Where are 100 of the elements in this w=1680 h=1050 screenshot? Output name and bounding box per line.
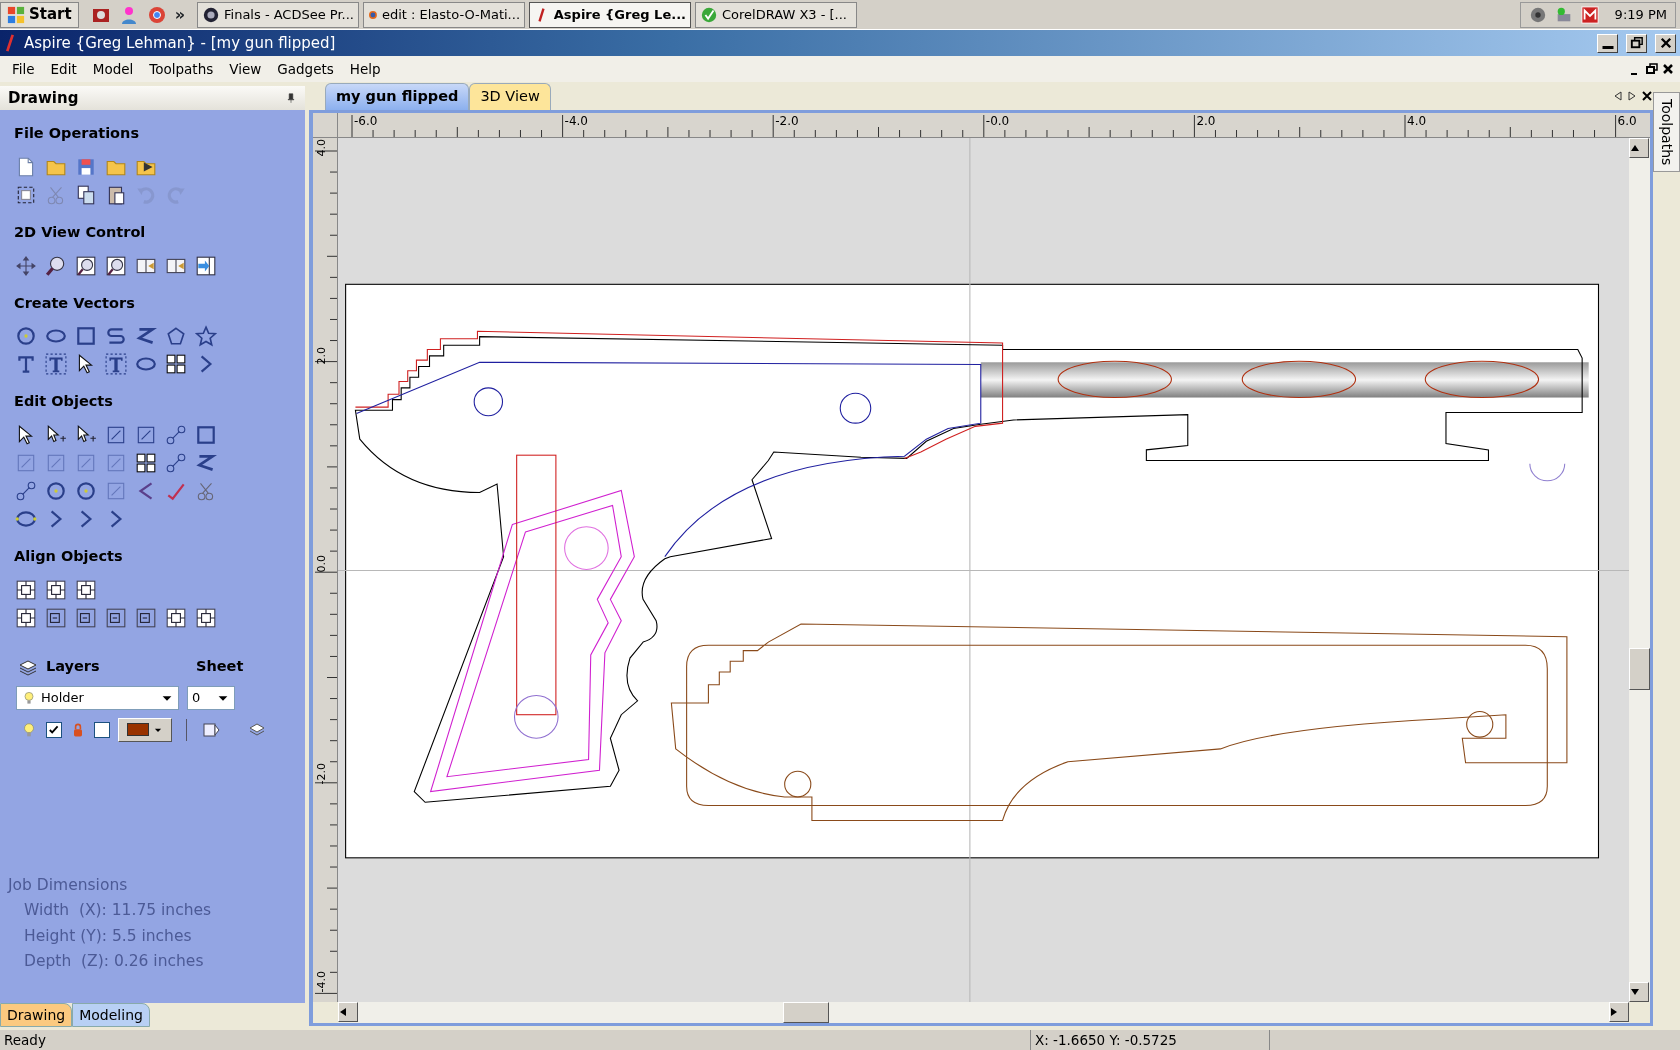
taskbar-button[interactable]: edit : Elasto-O-Mati...: [363, 1, 525, 28]
triangle-left-icon: [339, 1007, 347, 1017]
document-tab[interactable]: 3D View: [469, 83, 551, 110]
section-heading: File Operations: [14, 124, 141, 143]
zoom-extents-icon[interactable]: [75, 254, 97, 277]
document-tab[interactable]: my gun flipped: [325, 83, 470, 110]
hole-circle: [513, 694, 559, 739]
hole-circle: [839, 392, 872, 424]
menu-item[interactable]: Toolpaths: [141, 58, 222, 80]
taskbar-button[interactable]: CorelDRAW X3 - [...: [695, 1, 857, 28]
polygon-icon[interactable]: [165, 325, 187, 348]
close-icon[interactable]: [1641, 90, 1653, 102]
letter-m-icon[interactable]: [1580, 5, 1599, 24]
status-message: Ready: [3, 1030, 47, 1050]
side-tab[interactable]: Toolpaths: [1653, 92, 1680, 173]
ruler-label: -2.0: [775, 115, 799, 127]
menu-item[interactable]: Gadgets: [269, 58, 342, 80]
scroll-down-button[interactable]: [1629, 982, 1649, 1002]
zoom-icon[interactable]: [45, 254, 67, 277]
ruler-label: -4.0: [564, 115, 588, 127]
lock-checkbox[interactable]: [94, 721, 110, 738]
rectangle-icon[interactable]: [75, 325, 97, 348]
copy-icon[interactable]: [75, 183, 97, 206]
menu-item[interactable]: View: [221, 58, 270, 80]
align-center-icon[interactable]: [15, 578, 37, 601]
start-button[interactable]: Start: [0, 1, 79, 28]
scrollbar-thumb[interactable]: [1629, 648, 1650, 690]
restore-button[interactable]: [1626, 33, 1647, 53]
app-icon: [700, 5, 718, 24]
windows-logo-icon: [7, 5, 25, 24]
scroll-left-button[interactable]: [338, 1002, 358, 1022]
section-heading: Align Objects: [14, 547, 124, 566]
triangle-down-icon: [1630, 988, 1640, 996]
grid-icon[interactable]: [165, 353, 187, 376]
section-heading: Edit Objects: [14, 392, 114, 412]
array-icon[interactable]: [135, 452, 157, 474]
text-icon[interactable]: [15, 353, 37, 376]
more-button[interactable]: »: [174, 2, 185, 27]
scrollbar-thumb[interactable]: [783, 1002, 829, 1023]
sheet-label: Sheet: [196, 656, 244, 676]
app-icon: [202, 5, 220, 24]
restore-icon: [1628, 35, 1645, 51]
scroll-right-icon[interactable]: [1627, 90, 1637, 102]
zoom-box-icon[interactable]: [105, 254, 127, 277]
hole-circle: [1466, 710, 1494, 738]
restore-button[interactable]: [1644, 61, 1660, 77]
triangle-up-icon: [1630, 144, 1640, 152]
visible-checkbox[interactable]: [46, 721, 62, 738]
section-heading: Create Vectors: [14, 293, 136, 313]
window-title: Aspire {Greg Lehman} - [my gun flipped]: [24, 32, 337, 54]
menu-item[interactable]: Edit: [42, 58, 85, 80]
hole-circle: [473, 387, 504, 417]
minimize-button[interactable]: [1597, 33, 1618, 53]
text-box-icon[interactable]: [45, 353, 67, 376]
ruler-label: -2.0: [316, 763, 327, 785]
ruler-label: 2.0: [1196, 115, 1216, 127]
close-button[interactable]: [1655, 33, 1676, 53]
panel-tab[interactable]: Drawing: [0, 1003, 73, 1027]
scroll-left-icon[interactable]: [1613, 90, 1623, 102]
loop-icon[interactable]: [15, 508, 37, 530]
ruler-label: -4.0: [316, 971, 327, 993]
zigzag-icon[interactable]: [195, 452, 217, 474]
pin-icon[interactable]: [285, 91, 297, 105]
ruler-label: 4.0: [316, 139, 327, 157]
menu-item[interactable]: Model: [84, 58, 142, 80]
scroll-right-button[interactable]: [1609, 1002, 1629, 1022]
taskbar-button[interactable]: Aspire {Greg Le...: [529, 1, 691, 28]
circle-icon[interactable]: [15, 325, 37, 348]
job-dimension: Depth (Z): 0.26 inches: [24, 950, 205, 972]
scroll-up-button[interactable]: [1629, 138, 1649, 158]
panel-title: Drawing: [8, 87, 80, 109]
browser-icon[interactable]: [146, 4, 167, 25]
menu-item[interactable]: File: [4, 58, 43, 80]
job-dimensions-title: Job Dimensions: [8, 875, 129, 896]
app-logo-icon: [4, 34, 16, 52]
layers-label: Layers: [46, 656, 101, 676]
taskbar-button[interactable]: Finals - ACDSee Pr...: [197, 1, 359, 28]
minimize-icon: [1601, 45, 1614, 49]
clock: 9:19 PM: [1614, 5, 1667, 24]
nodes-icon[interactable]: [165, 452, 187, 474]
layer-dropdown[interactable]: Holder: [16, 685, 179, 710]
panel-tab[interactable]: Modeling: [72, 1003, 150, 1027]
text-frame-icon[interactable]: [105, 353, 127, 376]
ruler-label: 6.0: [1617, 115, 1637, 127]
job-dimension: Height (Y): 5.5 inches: [24, 925, 193, 947]
pan-icon[interactable]: [15, 254, 37, 277]
job-dimension: Width (X): 11.75 inches: [24, 900, 213, 922]
sheet-dropdown[interactable]: 0: [187, 685, 235, 710]
ruler-label: -0.0: [985, 115, 1010, 127]
star-icon[interactable]: [195, 325, 217, 348]
ruler-label: 4.0: [1407, 115, 1427, 127]
ruler-label: 2.0: [316, 347, 327, 365]
color-dropdown[interactable]: [118, 717, 172, 742]
ruler-label: 0.0: [316, 555, 327, 573]
checkmark-icon: [48, 723, 60, 736]
menu-item[interactable]: Help: [341, 58, 389, 80]
arc-outline: [1529, 463, 1566, 482]
triangle-right-icon: [1610, 1007, 1618, 1017]
disc-icon[interactable]: [1528, 5, 1547, 24]
ruler-label: -6.0: [354, 115, 378, 127]
